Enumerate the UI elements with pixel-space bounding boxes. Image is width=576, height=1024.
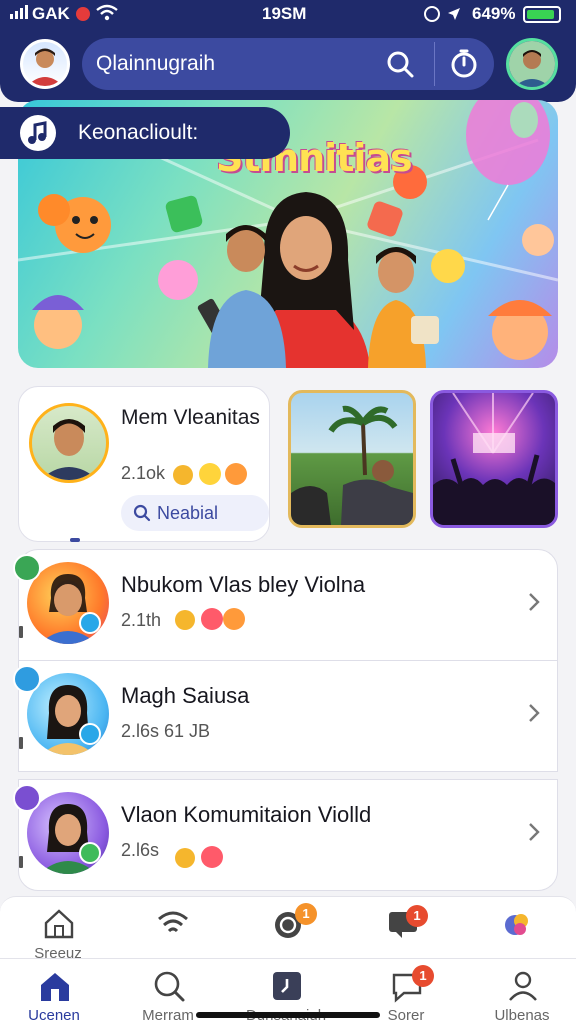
notification-badge: 1 xyxy=(412,965,434,987)
search-input[interactable]: Qlainnugraih xyxy=(96,52,215,76)
battery-percent: 649% xyxy=(472,4,516,23)
search-divider xyxy=(434,42,435,86)
home-icon xyxy=(41,973,69,1001)
tab-label: Ulbenas xyxy=(494,1007,550,1024)
user-avatar[interactable] xyxy=(20,39,70,89)
home-indicator xyxy=(196,1012,380,1018)
tab-profile[interactable]: Ulbenas xyxy=(490,961,554,1024)
clock-time: 19SM xyxy=(262,4,307,23)
row-edge-mark xyxy=(19,737,23,749)
carrier-name: GAK xyxy=(32,4,70,23)
alarm-icon xyxy=(424,6,440,22)
notification-badge: 1 xyxy=(406,905,428,927)
star-emoji-icon xyxy=(175,610,195,630)
secondary-tab-bar: Sreeuz 1 1 xyxy=(0,896,576,962)
tab-chat[interactable]: 1 Sorer xyxy=(374,961,438,1024)
wifi-icon xyxy=(96,4,118,21)
clock-status-icon xyxy=(79,723,101,745)
home-outline-icon xyxy=(44,909,74,939)
search-icon[interactable] xyxy=(384,48,416,80)
tab-feed[interactable] xyxy=(140,899,204,959)
profile-avatar[interactable] xyxy=(506,38,558,90)
row-edge-mark xyxy=(19,626,23,638)
concert-scene xyxy=(433,393,555,525)
online-status-icon xyxy=(79,842,101,864)
search-tab-icon xyxy=(154,971,185,1002)
tab-discover[interactable] xyxy=(484,899,548,959)
chat-subtitle: 2.l6s xyxy=(121,840,160,860)
now-playing-label: Keonaclioult: xyxy=(78,121,199,144)
chevron-right-icon xyxy=(529,593,540,611)
notification-badge: 1 xyxy=(295,903,317,925)
palm-scene xyxy=(291,405,413,525)
person-icon xyxy=(509,971,537,1001)
chevron-right-icon xyxy=(529,704,540,722)
broadcast-icon xyxy=(158,911,188,933)
featured-profile-card[interactable]: Mem Vleanitas 2.1ok Neabial xyxy=(18,386,270,542)
thumbnail-concert[interactable] xyxy=(430,390,558,528)
signal-icon xyxy=(10,5,28,19)
clock-status-icon xyxy=(79,612,101,634)
location-arrow-icon xyxy=(448,8,460,20)
featured-count: 2.1ok xyxy=(121,463,166,483)
heart-eyes-emoji-icon xyxy=(225,463,247,485)
chat-subtitle: 2.1th xyxy=(121,610,162,630)
record-icon xyxy=(76,7,90,21)
chat-row-2[interactable]: Magh Saiusa 2.l6s 61 JB xyxy=(13,660,558,772)
star-face-emoji-icon xyxy=(173,465,193,485)
tab-label: Ucenen xyxy=(28,1007,80,1024)
chat-row-3[interactable]: Vlaon Komumitaion Violld 2.l6s xyxy=(13,779,558,891)
tab-home-outline[interactable]: Sreeuz xyxy=(26,899,90,962)
bird-tag-icon xyxy=(13,665,41,693)
featured-avatar[interactable] xyxy=(29,403,109,483)
music-note-icon xyxy=(20,115,56,151)
chat-row-1[interactable]: Nbukom Vlas bley Violna 2.1th xyxy=(13,549,558,661)
featured-name: Mem Vleanitas xyxy=(121,406,260,429)
battery-icon xyxy=(523,6,561,23)
heart-eyes-emoji-icon xyxy=(201,608,223,630)
grin-emoji-icon xyxy=(199,463,221,485)
carousel-indicator xyxy=(70,538,80,542)
tab-timer[interactable]: 1 xyxy=(255,899,319,959)
clock-square-icon xyxy=(273,972,301,1000)
nearby-label: Neabial xyxy=(157,503,219,523)
row-edge-mark xyxy=(19,856,23,868)
status-bar: GAK 19SM 649% xyxy=(0,0,576,30)
chat-title: Nbukom Vlas bley Violna xyxy=(121,572,366,597)
nearby-button[interactable]: Neabial xyxy=(121,495,269,531)
chat-title: Vlaon Komumitaion Violld xyxy=(121,802,372,827)
star-emoji-icon xyxy=(175,848,195,868)
discover-icon xyxy=(505,914,528,935)
chat-title: Magh Saiusa xyxy=(121,683,250,708)
app-header: Qlainnugraih xyxy=(0,30,576,102)
chat-subtitle: 2.l6s 61 JB xyxy=(121,721,211,741)
now-playing-chip[interactable]: Keonaclioult: xyxy=(0,107,290,159)
search-bar[interactable]: Qlainnugraih xyxy=(82,38,494,90)
chevron-right-icon xyxy=(529,823,540,841)
search-small-icon xyxy=(133,504,151,522)
timer-icon[interactable] xyxy=(448,48,480,80)
heart-tag-icon xyxy=(13,554,41,582)
thumbnail-palm-landscape[interactable] xyxy=(288,390,416,528)
tab-messages[interactable]: 1 xyxy=(370,899,434,959)
tab-home[interactable]: Ucenen xyxy=(22,961,86,1024)
tab-search[interactable]: Merram xyxy=(136,961,200,1024)
calendar-tag-icon xyxy=(13,784,41,812)
heart-eyes-emoji-icon xyxy=(201,846,223,868)
laugh-emoji-icon xyxy=(223,608,245,630)
